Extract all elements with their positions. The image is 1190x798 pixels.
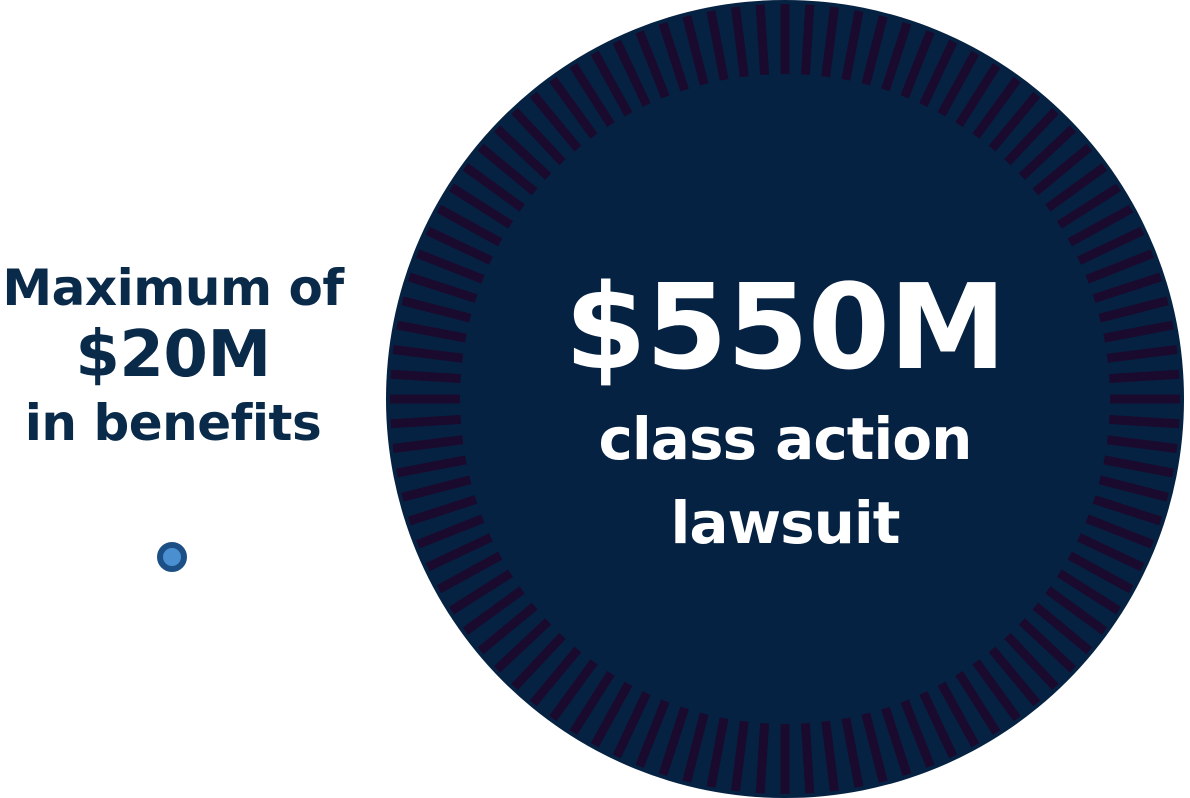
circle-amount: $550M bbox=[564, 258, 1007, 396]
left-stat-amount: $20M bbox=[75, 318, 271, 392]
left-stat-line-1: Maximum of bbox=[2, 259, 344, 317]
bullet-dot-icon bbox=[157, 542, 187, 572]
left-stat-line-3: in benefits bbox=[24, 394, 322, 452]
circle-text-block: $550M class action lawsuit bbox=[386, 0, 1184, 798]
infographic: Maximum of $20M in benefits $550M class … bbox=[0, 0, 1190, 798]
left-stat-block: Maximum of $20M in benefits bbox=[0, 258, 346, 454]
circle-line-2: lawsuit bbox=[670, 489, 900, 557]
circle-line-1: class action bbox=[598, 405, 973, 473]
